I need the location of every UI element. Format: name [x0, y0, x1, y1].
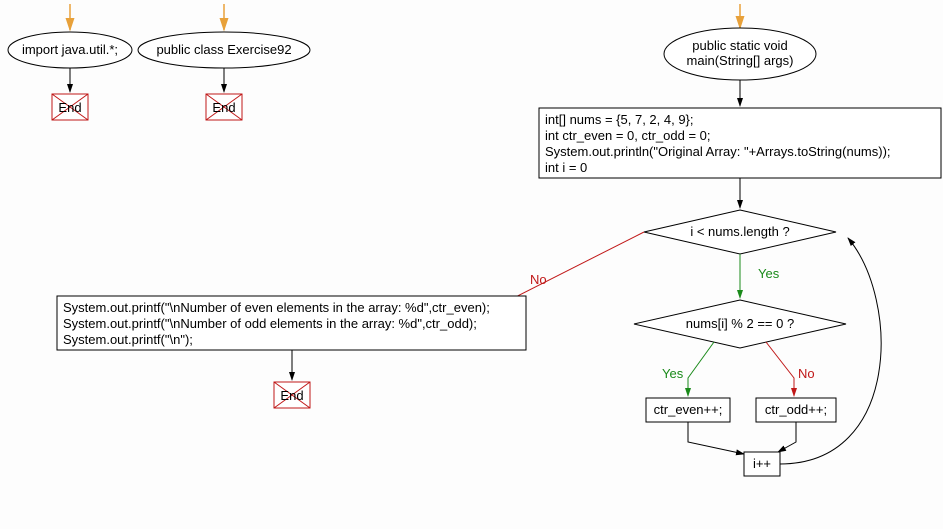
svg-text:System.out.printf("\n");: System.out.printf("\n"); — [63, 332, 193, 347]
edge-no — [766, 342, 794, 396]
edge — [778, 422, 796, 452]
end-terminal-2: End — [206, 94, 242, 120]
flowchart-canvas: import java.util.*; End public class Exe… — [0, 0, 943, 529]
svg-text:System.out.printf("\nNumber of: System.out.printf("\nNumber of even elem… — [63, 300, 490, 315]
svg-text:Yes: Yes — [758, 266, 780, 281]
svg-text:int i = 0: int i = 0 — [545, 160, 587, 175]
svg-text:System.out.printf("\nNumber of: System.out.printf("\nNumber of odd eleme… — [63, 316, 477, 331]
svg-text:System.out.println("Original A: System.out.println("Original Array: "+Ar… — [545, 144, 891, 159]
svg-text:int ctr_even = 0, ctr_odd = 0;: int ctr_even = 0, ctr_odd = 0; — [545, 128, 711, 143]
svg-text:No: No — [530, 272, 547, 287]
edge — [688, 422, 744, 454]
svg-text:public static void: public static void — [692, 38, 787, 53]
svg-text:i < nums.length ?: i < nums.length ? — [690, 224, 789, 239]
svg-text:i++: i++ — [753, 456, 771, 471]
svg-text:ctr_odd++;: ctr_odd++; — [765, 402, 827, 417]
svg-text:int[] nums = {5, 7, 2, 4, 9};: int[] nums = {5, 7, 2, 4, 9}; — [545, 112, 694, 127]
end-terminal-3: End — [274, 382, 310, 408]
svg-text:Yes: Yes — [662, 366, 684, 381]
end-terminal-1: End — [52, 94, 88, 120]
svg-text:main(String[] args): main(String[] args) — [687, 53, 794, 68]
svg-text:ctr_even++;: ctr_even++; — [654, 402, 723, 417]
start-class-label: public class Exercise92 — [156, 42, 291, 57]
svg-text:End: End — [212, 100, 235, 115]
edge-loopback — [780, 238, 881, 464]
svg-text:End: End — [280, 388, 303, 403]
svg-text:nums[i] % 2 == 0 ?: nums[i] % 2 == 0 ? — [686, 316, 794, 331]
start-import-label: import java.util.*; — [22, 42, 118, 57]
edge-yes — [688, 342, 714, 396]
svg-text:End: End — [58, 100, 81, 115]
svg-text:No: No — [798, 366, 815, 381]
